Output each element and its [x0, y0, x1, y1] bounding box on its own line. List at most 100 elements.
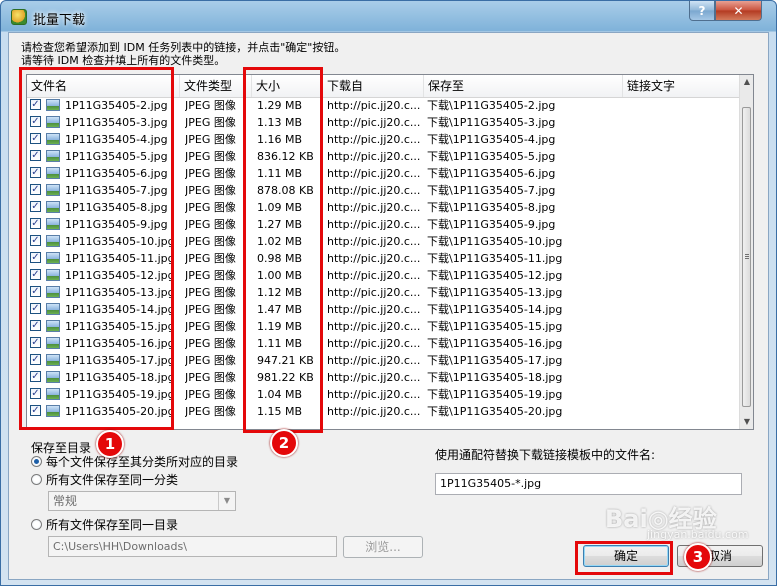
close-button[interactable]: ✕ [715, 1, 762, 21]
column-header-filetype[interactable]: 文件类型 [180, 75, 252, 97]
cell-link-text [627, 182, 739, 199]
chevron-down-icon[interactable]: ▼ [218, 492, 235, 510]
cell-link-text [627, 301, 739, 318]
cell-download-from: http://pic.jj20.c... [327, 184, 421, 197]
template-label: 使用通配符替换下载链接模板中的文件名: [435, 448, 656, 462]
annotation-box-filename-column [19, 67, 174, 430]
idm-app-icon [11, 9, 27, 25]
cell-filetype: JPEG 图像 [185, 218, 236, 231]
annotation-badge-2: 2 [270, 429, 298, 457]
cell-link-text [627, 369, 739, 386]
grip-line [745, 256, 749, 257]
cell-download-from: http://pic.jj20.c... [327, 218, 421, 231]
cell-filetype: JPEG 图像 [185, 133, 236, 146]
cell-filetype: JPEG 图像 [185, 320, 236, 333]
grip-line [745, 254, 749, 255]
cell-save-to: 下载\1P11G35405-8.jpg [427, 201, 556, 214]
cell-link-text [627, 267, 739, 284]
cell-filetype: JPEG 图像 [185, 150, 236, 163]
cell-download-from: http://pic.jj20.c... [327, 235, 421, 248]
cell-save-to: 下载\1P11G35405-14.jpg [427, 303, 563, 316]
cell-link-text [627, 352, 739, 369]
cell-save-to: 下载\1P11G35405-3.jpg [427, 116, 556, 129]
annotation-box-size-column [243, 67, 323, 433]
cell-link-text [627, 114, 739, 131]
cell-save-to: 下载\1P11G35405-20.jpg [427, 405, 563, 418]
window-title: 批量下载 [33, 13, 86, 28]
cell-download-from: http://pic.jj20.c... [327, 405, 421, 418]
cell-save-to: 下载\1P11G35405-19.jpg [427, 388, 563, 401]
cell-filetype: JPEG 图像 [185, 116, 236, 129]
cell-download-from: http://pic.jj20.c... [327, 371, 421, 384]
cell-save-to: 下载\1P11G35405-15.jpg [427, 320, 563, 333]
folder-path-field[interactable]: C:\Users\HH\Downloads\ [48, 536, 337, 557]
category-select[interactable]: 常规 ▼ [48, 491, 236, 511]
batch-download-window: 批量下载 ? ✕ 请检查您希望添加到 IDM 任务列表中的链接，并点击"确定"按… [0, 0, 777, 586]
cell-download-from: http://pic.jj20.c... [327, 269, 421, 282]
browse-button[interactable]: 浏览... [343, 536, 423, 558]
cell-save-to: 下载\1P11G35405-16.jpg [427, 337, 563, 350]
cell-filetype: JPEG 图像 [185, 184, 236, 197]
scroll-up-arrow-icon[interactable]: ▲ [740, 75, 753, 89]
cell-save-to: 下载\1P11G35405-7.jpg [427, 184, 556, 197]
cell-download-from: http://pic.jj20.c... [327, 133, 421, 146]
help-button[interactable]: ? [689, 1, 715, 21]
scrollbar-thumb[interactable] [742, 107, 751, 407]
cell-download-from: http://pic.jj20.c... [327, 99, 421, 112]
cell-filetype: JPEG 图像 [185, 252, 236, 265]
cell-filetype: JPEG 图像 [185, 235, 236, 248]
cell-filetype: JPEG 图像 [185, 405, 236, 418]
baidu-watermark-url: jingyan.baidu.com [647, 528, 749, 541]
column-header-download-from[interactable]: 下载自 [323, 75, 424, 97]
radio-save-same-category-label[interactable]: 所有文件保存至同一分类 [46, 471, 178, 488]
cell-save-to: 下载\1P11G35405-9.jpg [427, 218, 556, 231]
column-header-save-to[interactable]: 保存至 [424, 75, 623, 97]
cell-filetype: JPEG 图像 [185, 99, 236, 112]
cell-link-text [627, 386, 739, 403]
cell-link-text [627, 165, 739, 182]
cell-link-text [627, 318, 739, 335]
cell-download-from: http://pic.jj20.c... [327, 150, 421, 163]
radio-save-same-category[interactable] [31, 474, 42, 485]
annotation-box-ok-button [575, 541, 673, 575]
cell-save-to: 下载\1P11G35405-6.jpg [427, 167, 556, 180]
cell-filetype: JPEG 图像 [185, 269, 236, 282]
cell-download-from: http://pic.jj20.c... [327, 354, 421, 367]
cell-link-text [627, 233, 739, 250]
cell-link-text [627, 148, 739, 165]
cell-link-text [627, 284, 739, 301]
category-select-value: 常规 [53, 494, 78, 508]
cell-link-text [627, 335, 739, 352]
scroll-down-arrow-icon[interactable]: ▼ [740, 415, 753, 429]
column-header-link-text[interactable]: 链接文字 [623, 75, 739, 97]
radio-save-by-category[interactable] [31, 456, 42, 467]
cell-save-to: 下载\1P11G35405-10.jpg [427, 235, 563, 248]
cell-link-text [627, 216, 739, 233]
cell-filetype: JPEG 图像 [185, 167, 236, 180]
radio-save-same-folder[interactable] [31, 519, 42, 530]
cell-save-to: 下载\1P11G35405-17.jpg [427, 354, 563, 367]
cell-filetype: JPEG 图像 [185, 286, 236, 299]
cell-filetype: JPEG 图像 [185, 354, 236, 367]
cell-save-to: 下载\1P11G35405-4.jpg [427, 133, 556, 146]
cell-link-text [627, 250, 739, 267]
cell-save-to: 下载\1P11G35405-5.jpg [427, 150, 556, 163]
annotation-badge-1: 1 [96, 430, 124, 458]
cell-link-text [627, 199, 739, 216]
cell-save-to: 下载\1P11G35405-18.jpg [427, 371, 563, 384]
title-bar[interactable]: 批量下载 ? ✕ [1, 1, 776, 33]
cell-filetype: JPEG 图像 [185, 388, 236, 401]
cell-download-from: http://pic.jj20.c... [327, 286, 421, 299]
cell-save-to: 下载\1P11G35405-2.jpg [427, 99, 556, 112]
cell-save-to: 下载\1P11G35405-11.jpg [427, 252, 563, 265]
cell-filetype: JPEG 图像 [185, 371, 236, 384]
cell-filetype: JPEG 图像 [185, 303, 236, 316]
filename-template-input[interactable]: 1P11G35405-*.jpg [435, 473, 742, 495]
cell-filetype: JPEG 图像 [185, 337, 236, 350]
grip-line [745, 258, 749, 259]
radio-save-by-category-label[interactable]: 每个文件保存至其分类所对应的目录 [46, 453, 238, 470]
radio-save-same-folder-label[interactable]: 所有文件保存至同一目录 [46, 516, 178, 533]
vertical-scrollbar[interactable]: ▲ ▼ [739, 75, 753, 429]
cell-link-text [627, 97, 739, 114]
cell-link-text [627, 403, 739, 420]
